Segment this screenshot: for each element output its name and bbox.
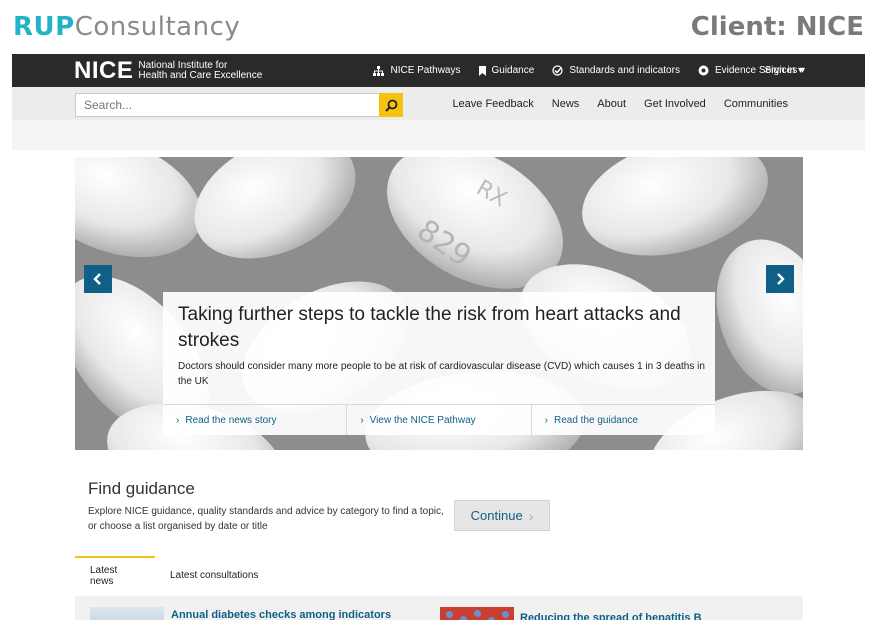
nice-logo-sub-line2: Health and Care Excellence <box>138 70 263 81</box>
nav-standards[interactable]: Standards and indicators <box>552 65 680 76</box>
carousel-prev-button[interactable] <box>84 265 112 293</box>
read-guidance-label: Read the guidance <box>554 414 638 426</box>
chevron-left-icon <box>93 273 101 285</box>
search-input[interactable] <box>76 94 376 116</box>
breadcrumb-strip <box>12 120 865 150</box>
news-item-title[interactable]: Reducing the spread of hepatitis B <box>520 612 702 620</box>
news-tabs: Latest news Latest consultations <box>75 556 803 594</box>
carousel-next-button[interactable] <box>766 265 794 293</box>
nice-logo[interactable]: NICE National Institute for Health and C… <box>74 57 262 85</box>
news-thumbnail[interactable] <box>90 607 164 620</box>
bookmark-icon <box>478 65 486 76</box>
hero-links: › Read the news story › View the NICE Path… <box>163 404 715 435</box>
secnav-get-involved[interactable]: Get Involved <box>644 98 706 110</box>
nav-nice-pathways-label: NICE Pathways <box>390 65 461 76</box>
nav-standards-label: Standards and indicators <box>569 65 680 76</box>
news-item-title[interactable]: Annual diabetes checks among indicators <box>171 609 391 620</box>
news-list: Annual diabetes checks among indicators … <box>75 596 803 620</box>
tab-latest-news[interactable]: Latest news <box>75 556 155 594</box>
read-guidance-link[interactable]: › Read the guidance <box>532 405 715 435</box>
nav-guidance-label: Guidance <box>491 65 535 76</box>
site-header: NICE National Institute for Health and C… <box>12 54 865 87</box>
read-news-story-link[interactable]: › Read the news story <box>163 405 348 435</box>
circle-dot-icon <box>698 65 709 76</box>
search-button[interactable] <box>379 93 403 117</box>
client-label: Client: NICE <box>690 12 864 42</box>
search-box <box>75 93 403 117</box>
presentation-header: RUPConsultancy Client: NICE <box>0 0 886 54</box>
chevron-right-icon: › <box>544 414 548 426</box>
continue-button[interactable]: Continue › <box>454 500 550 531</box>
consultancy-logo: RUPConsultancy <box>13 12 240 42</box>
find-guidance-title: Find guidance <box>88 479 195 498</box>
view-pathway-link[interactable]: › View the NICE Pathway <box>347 405 532 435</box>
hero-headline: Taking further steps to tackle the risk … <box>178 304 681 351</box>
nav-guidance[interactable]: Guidance <box>478 65 535 76</box>
nav-nice-pathways[interactable]: NICE Pathways <box>373 65 461 76</box>
nice-logo-subtitle: National Institute for Health and Care E… <box>138 61 262 81</box>
search-bar-row: Leave Feedback News About Get Involved C… <box>12 87 865 120</box>
news-thumbnail[interactable] <box>440 607 514 620</box>
search-icon <box>384 99 397 112</box>
find-guidance-description: Explore NICE guidance, quality standards… <box>88 506 444 532</box>
secondary-nav: Leave Feedback News About Get Involved C… <box>434 87 788 120</box>
chevron-right-icon: › <box>176 414 180 426</box>
sign-in-menu[interactable]: Sign in ▾ <box>765 54 803 87</box>
read-news-story-label: Read the news story <box>185 414 277 426</box>
secnav-leave-feedback[interactable]: Leave Feedback <box>452 98 533 110</box>
chevron-right-icon: › <box>360 414 364 426</box>
pathways-icon <box>373 65 385 76</box>
nice-logo-text: NICE <box>74 57 134 84</box>
secnav-news[interactable]: News <box>552 98 580 110</box>
chevron-right-icon: › <box>528 507 534 524</box>
secnav-about[interactable]: About <box>597 98 626 110</box>
hero-summary: Doctors should consider many more people… <box>178 361 705 387</box>
hero-carousel: 829 RX Taking further steps to tackle th… <box>75 157 803 450</box>
chevron-right-icon <box>777 273 785 285</box>
view-pathway-label: View the NICE Pathway <box>369 414 476 426</box>
secnav-communities[interactable]: Communities <box>724 98 788 110</box>
tab-latest-consultations[interactable]: Latest consultations <box>155 556 273 594</box>
continue-button-label: Continue <box>470 508 523 523</box>
consultancy-logo-bold: RUP <box>13 12 75 42</box>
primary-nav: NICE Pathways Guidance Standards and ind… <box>355 54 805 87</box>
hero-story-card: Taking further steps to tackle the risk … <box>163 292 715 435</box>
consultancy-logo-rest: Consultancy <box>74 12 241 42</box>
check-circle-icon <box>552 65 563 76</box>
